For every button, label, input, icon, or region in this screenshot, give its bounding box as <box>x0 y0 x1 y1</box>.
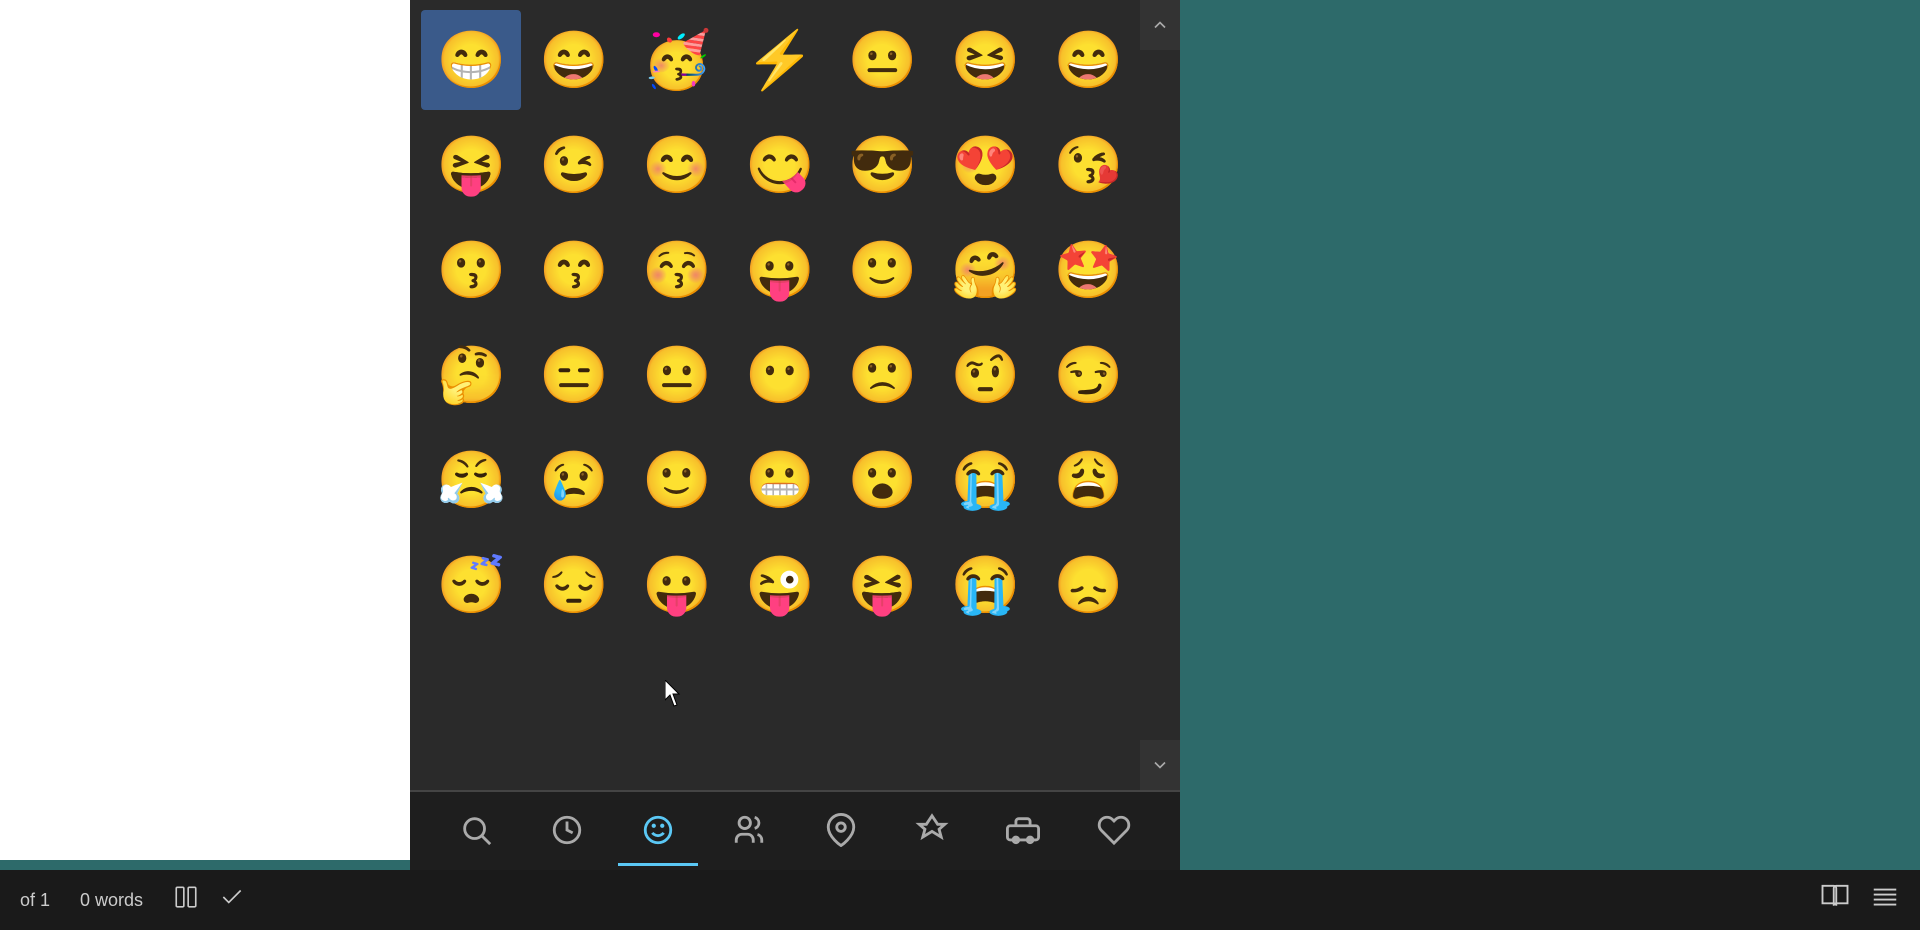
page-info: of 1 <box>20 890 50 911</box>
emoji-cell[interactable]: 😭 <box>936 430 1036 530</box>
emoji-cell[interactable]: 😊 <box>627 115 727 215</box>
emoji-cell[interactable]: 😛 <box>627 535 727 635</box>
book-icon[interactable] <box>1820 882 1850 918</box>
category-location[interactable] <box>801 796 881 866</box>
emoji-cell[interactable]: 🙁 <box>833 325 933 425</box>
emoji-row-3: 🤔 😑 😐 😶 🙁 🤨 😏 <box>420 325 1140 425</box>
emoji-cell[interactable]: 😑 <box>524 325 624 425</box>
category-smiley[interactable] <box>618 796 698 866</box>
emoji-cell[interactable]: 😝 <box>421 115 521 215</box>
emoji-cell[interactable]: 🙂 <box>627 430 727 530</box>
emoji-cell[interactable]: 😬 <box>730 430 830 530</box>
category-people[interactable] <box>709 796 789 866</box>
emoji-cell[interactable]: ⚡ <box>730 10 830 110</box>
status-bar-right-icons <box>1820 882 1900 918</box>
scroll-down-button[interactable] <box>1140 740 1180 790</box>
word-count: 0 words <box>80 890 143 911</box>
category-recent[interactable] <box>527 796 607 866</box>
emoji-cell[interactable]: 😔 <box>524 535 624 635</box>
emoji-cell[interactable]: 😴 <box>421 535 521 635</box>
emoji-cell[interactable]: 😜 <box>730 535 830 635</box>
emoji-panel: 😁 😄 🥳 ⚡ 😐 😆 😄 😝 😉 😊 😋 😎 😍 😘 😗 😙 😚 😛 🙂 <box>410 0 1180 870</box>
category-bar <box>410 790 1180 870</box>
emoji-cell[interactable]: 😶 <box>730 325 830 425</box>
check-icon[interactable] <box>219 884 245 916</box>
emoji-row-1: 😝 😉 😊 😋 😎 😍 😘 <box>420 115 1140 215</box>
emoji-grid: 😁 😄 🥳 ⚡ 😐 😆 😄 😝 😉 😊 😋 😎 😍 😘 😗 😙 😚 😛 🙂 <box>410 0 1180 790</box>
document-icon[interactable] <box>173 884 199 916</box>
emoji-cell[interactable]: 😚 <box>627 220 727 320</box>
status-bar: of 1 0 words <box>0 870 1920 930</box>
emoji-row-2: 😗 😙 😚 😛 🙂 🤗 🤩 <box>420 220 1140 320</box>
emoji-cell[interactable]: 😁 <box>421 10 521 110</box>
emoji-cell[interactable]: 🤨 <box>936 325 1036 425</box>
category-search[interactable] <box>436 796 516 866</box>
emoji-cell[interactable]: 😐 <box>627 325 727 425</box>
emoji-cell[interactable]: 😏 <box>1038 325 1138 425</box>
emoji-cell[interactable]: 😆 <box>936 10 1036 110</box>
emoji-cell[interactable]: 😛 <box>730 220 830 320</box>
emoji-row-0: 😁 😄 🥳 ⚡ 😐 😆 😄 <box>420 10 1140 110</box>
emoji-cell[interactable]: 😤 <box>421 430 521 530</box>
emoji-cell[interactable]: 🙂 <box>833 220 933 320</box>
emoji-cell[interactable]: 😝 <box>833 535 933 635</box>
emoji-cell[interactable]: 😗 <box>421 220 521 320</box>
emoji-cell[interactable]: 😄 <box>524 10 624 110</box>
emoji-cell[interactable]: 😭 <box>936 535 1036 635</box>
lines-icon[interactable] <box>1870 882 1900 918</box>
emoji-cell[interactable]: 🤔 <box>421 325 521 425</box>
category-heart[interactable] <box>1074 796 1154 866</box>
category-travel[interactable] <box>983 796 1063 866</box>
emoji-cell[interactable]: 😉 <box>524 115 624 215</box>
emoji-cell[interactable]: 😋 <box>730 115 830 215</box>
emoji-cell[interactable]: 😞 <box>1038 535 1138 635</box>
scroll-up-button[interactable] <box>1140 0 1180 50</box>
emoji-cell[interactable]: 😍 <box>936 115 1036 215</box>
emoji-cell[interactable]: 🤩 <box>1038 220 1138 320</box>
status-bar-icons <box>173 884 245 916</box>
emoji-cell[interactable]: 😢 <box>524 430 624 530</box>
emoji-cell[interactable]: 😘 <box>1038 115 1138 215</box>
emoji-cell[interactable]: 😐 <box>833 10 933 110</box>
emoji-row-5: 😴 😔 😛 😜 😝 😭 😞 <box>420 535 1140 635</box>
emoji-cell[interactable]: 😩 <box>1038 430 1138 530</box>
emoji-cell[interactable]: 😎 <box>833 115 933 215</box>
emoji-cell[interactable]: 🤗 <box>936 220 1036 320</box>
emoji-cell[interactable]: 😙 <box>524 220 624 320</box>
emoji-row-4: 😤 😢 🙂 😬 😮 😭 😩 <box>420 430 1140 530</box>
category-food[interactable] <box>892 796 972 866</box>
emoji-cell[interactable]: 🥳 <box>627 10 727 110</box>
emoji-cell[interactable]: 😮 <box>833 430 933 530</box>
emoji-cell[interactable]: 😄 <box>1038 10 1138 110</box>
